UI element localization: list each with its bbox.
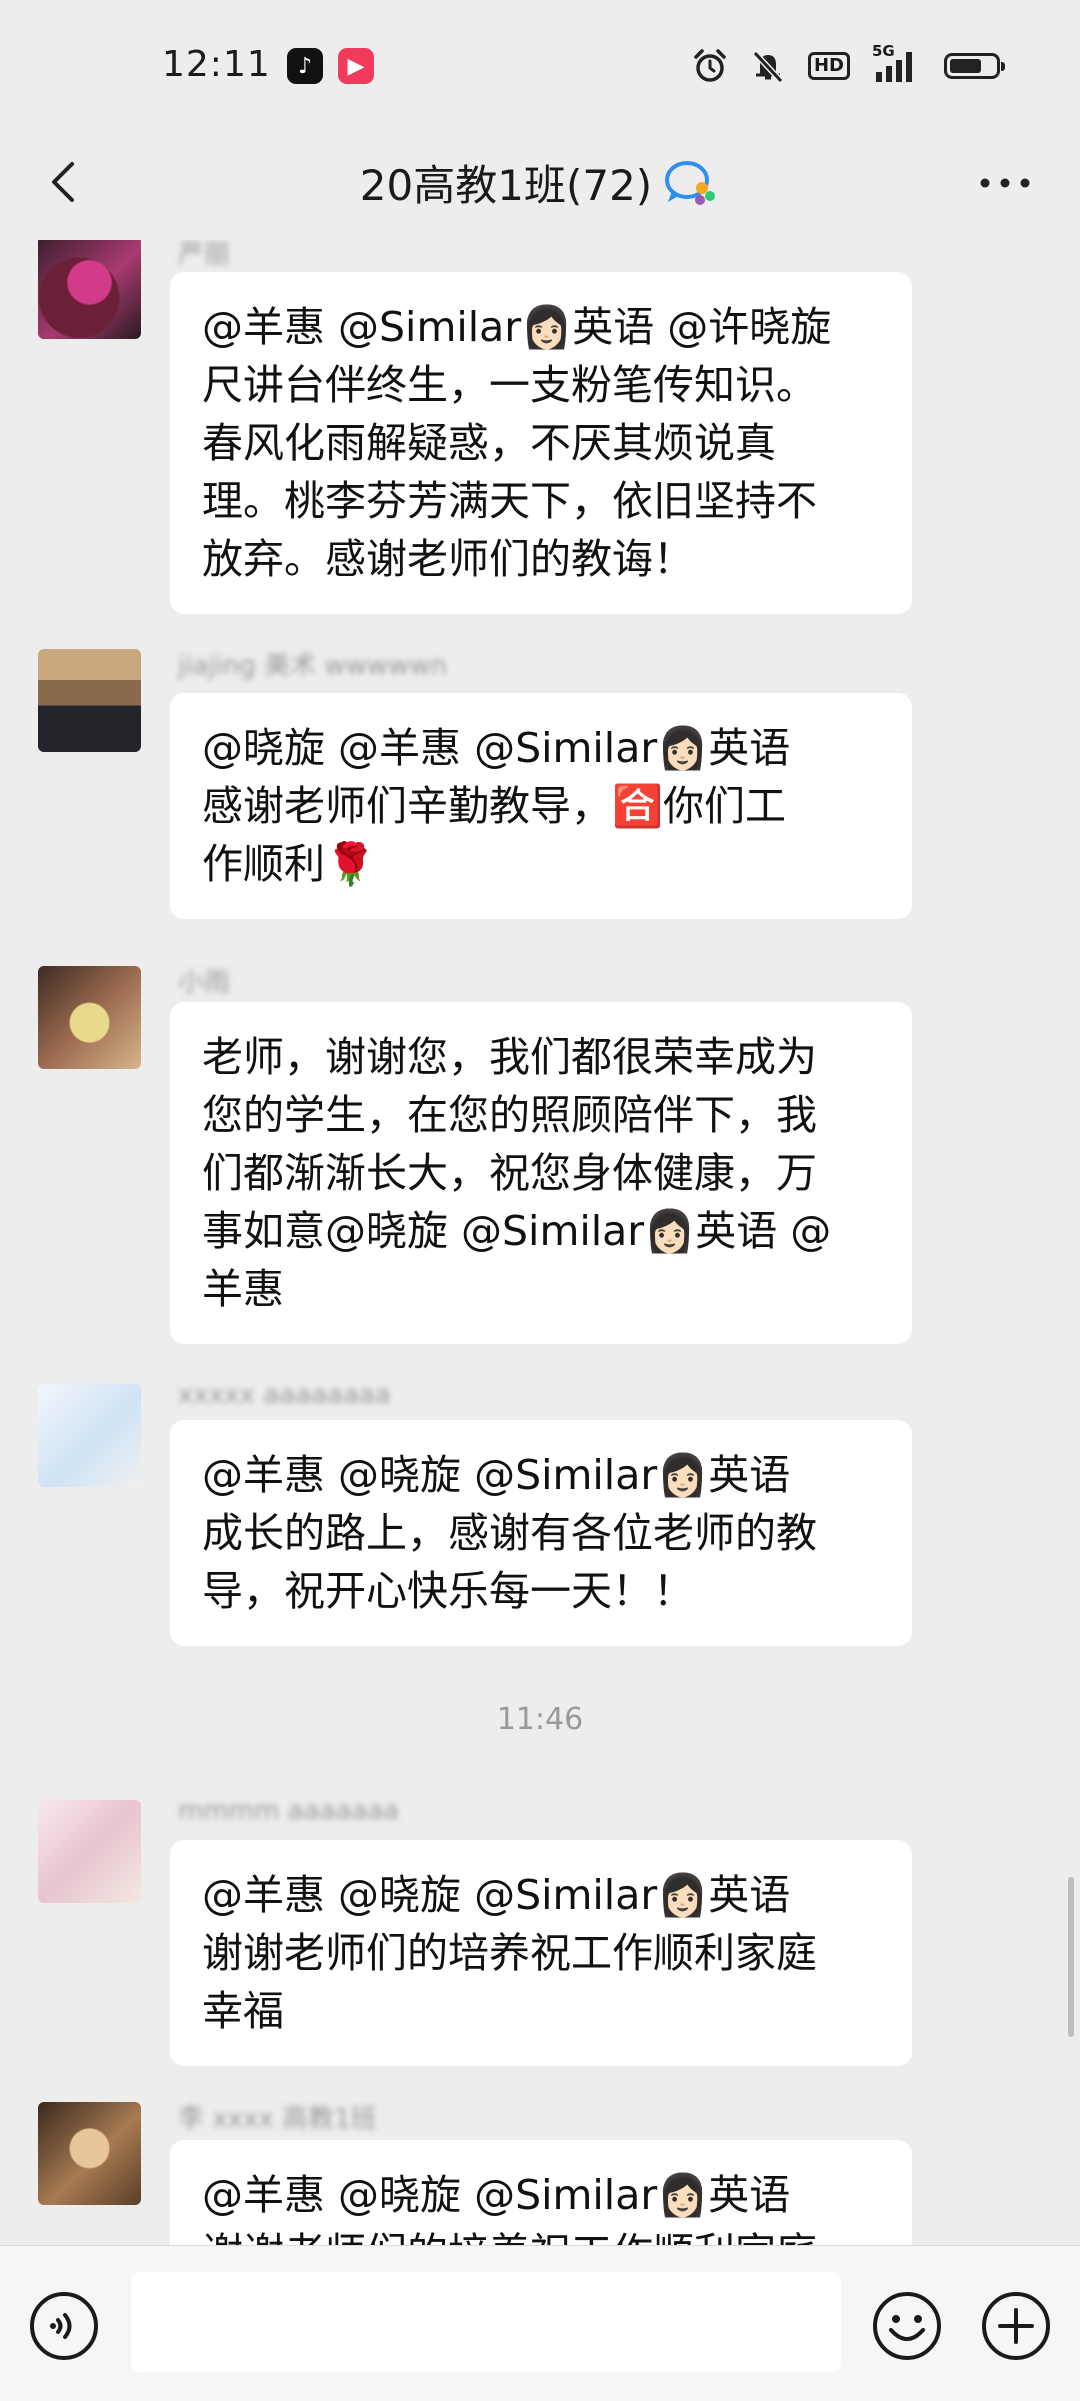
message-line: 放弃。感谢老师们的教诲！ <box>202 535 694 583</box>
message-line: 羊惠 <box>202 1265 284 1313</box>
battery-icon <box>944 53 1005 79</box>
message-line: 老师，谢谢您，我们都很荣幸成为 <box>202 1033 817 1081</box>
message-bubble[interactable]: @羊惠 @晓旋 @Similar👩🏻英语 成长的路上，感谢有各位老师的教 导，祝… <box>170 1420 912 1646</box>
message-line: @羊惠 @晓旋 @Similar👩🏻英语 <box>202 1871 791 1919</box>
alarm-icon <box>694 49 726 82</box>
message-line: 感谢老师们辛勤教导，🈴你们工 <box>202 782 787 830</box>
message-line: 成长的路上，感谢有各位老师的教 <box>202 1509 817 1557</box>
message-line: @羊惠 @Similar👩🏻英语 @许晓旋 <box>202 303 832 351</box>
plus-button[interactable] <box>980 2290 1052 2362</box>
avatar[interactable] <box>38 966 141 1069</box>
chat-title[interactable]: 20高教1班(72) <box>0 152 1080 213</box>
avatar[interactable] <box>38 2102 141 2205</box>
chat-header: 20高教1班(72) <box>0 130 1080 240</box>
message-line: 们都渐渐长大，祝您身体健康，万 <box>202 1149 817 1197</box>
sender-name: mmmm aaaaaaa <box>178 1796 400 1826</box>
input-bar <box>0 2245 1080 2401</box>
avatar[interactable] <box>38 1384 141 1487</box>
message-line: 您的学生，在您的照顾陪伴下，我 <box>202 1091 817 1139</box>
more-options-button[interactable] <box>970 158 1040 208</box>
chat-title-text: 20高教1班(72) <box>359 161 653 210</box>
avatar[interactable] <box>38 649 141 752</box>
message-line: 谢谢老师们的培养祝工作顺利家庭 <box>202 2224 880 2245</box>
battery-level <box>950 59 981 73</box>
hd-badge: HD <box>807 52 850 80</box>
message-bubble[interactable]: @羊惠 @晓旋 @Similar👩🏻英语 谢谢老师们的培养祝工作顺利家庭 <box>170 2140 912 2245</box>
message-line: 尺讲台伴终生，一支粉笔传知识。 <box>202 361 817 409</box>
message-bubble[interactable]: 老师，谢谢您，我们都很荣幸成为 您的学生，在您的照顾陪伴下，我 们都渐渐长大，祝… <box>170 1002 912 1344</box>
avatar[interactable] <box>38 240 141 339</box>
sender-name: xxxxx aaaaaaaa <box>178 1380 391 1410</box>
scrollbar[interactable] <box>1068 1877 1074 2037</box>
message-line: 春风化雨解疑惑，不厌其烦说真 <box>202 419 776 467</box>
emoji-button[interactable] <box>871 2290 943 2362</box>
status-bar: 12:11 ♪ ▶ HD 5G <box>0 0 1080 130</box>
message-line: 导，祝开心快乐每一天！！ <box>202 1567 694 1615</box>
message-list[interactable]: 严丽 @羊惠 @Similar👩🏻英语 @许晓旋 尺讲台伴终生，一支粉笔传知识。… <box>0 240 1080 2245</box>
voice-button[interactable] <box>28 2290 100 2362</box>
message-timestamp: 11:46 <box>496 1702 584 1737</box>
network-label: 5G <box>872 42 895 60</box>
message-line: 理。桃李芬芳满天下，依旧坚持不 <box>202 477 817 525</box>
group-chat-icon <box>665 160 716 205</box>
status-icons: HD 5G <box>692 42 1005 86</box>
message-bubble[interactable]: @羊惠 @Similar👩🏻英语 @许晓旋 尺讲台伴终生，一支粉笔传知识。 春风… <box>170 272 912 614</box>
message-line: 事如意@晓旋 @Similar👩🏻英语 @ <box>202 1207 832 1255</box>
sender-name: 小雨 <box>178 968 231 998</box>
message-bubble[interactable]: @羊惠 @晓旋 @Similar👩🏻英语 谢谢老师们的培养祝工作顺利家庭 幸福 <box>170 1840 912 2066</box>
sender-name: 李 xxxx 高教1班 <box>178 2104 377 2134</box>
mute-icon <box>752 50 784 84</box>
message-input[interactable] <box>131 2272 841 2372</box>
sender-name: 严丽 <box>178 240 231 270</box>
status-time: 12:11 <box>162 44 271 85</box>
signal-icon: 5G <box>872 42 922 84</box>
avatar[interactable] <box>38 1800 141 1903</box>
message-line: 幸福 <box>202 1987 284 2035</box>
video-app-icon: ▶ <box>338 48 374 84</box>
message-line: @羊惠 @晓旋 @Similar👩🏻英语 <box>202 2171 791 2219</box>
sender-name: jiajing 美术 wwwwwn <box>178 651 448 681</box>
message-line: @晓旋 @羊惠 @Similar👩🏻英语 <box>202 724 791 772</box>
message-bubble[interactable]: @晓旋 @羊惠 @Similar👩🏻英语 感谢老师们辛勤教导，🈴你们工 作顺利🌹 <box>170 693 912 919</box>
tiktok-icon: ♪ <box>287 48 323 84</box>
message-line: 谢谢老师们的培养祝工作顺利家庭 <box>202 1929 817 1977</box>
message-line: 作顺利🌹 <box>202 840 377 888</box>
message-line: @羊惠 @晓旋 @Similar👩🏻英语 <box>202 1451 791 1499</box>
